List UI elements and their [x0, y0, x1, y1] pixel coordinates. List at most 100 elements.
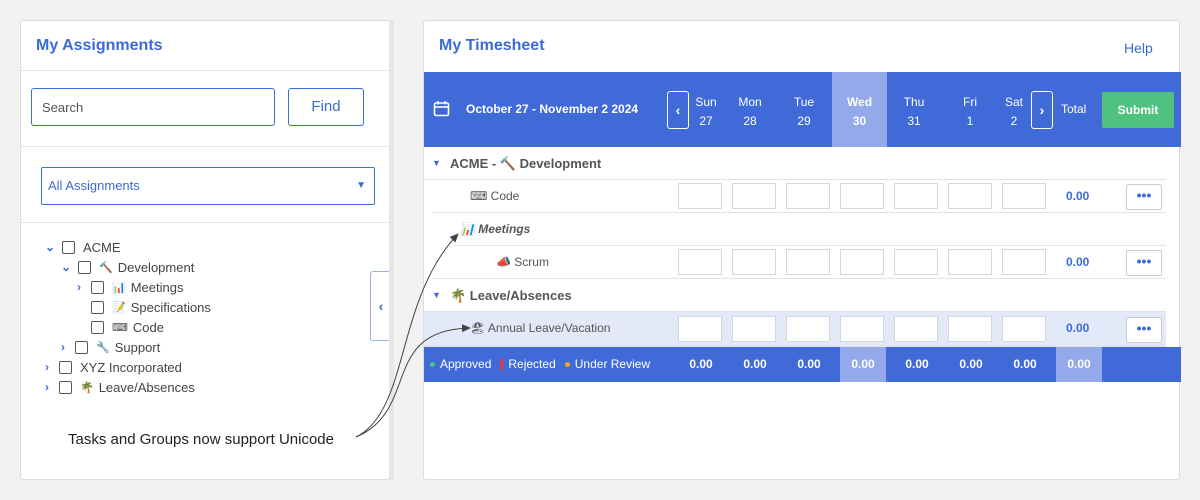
checkbox[interactable] [75, 340, 88, 354]
hours-input[interactable] [948, 183, 992, 209]
hours-input[interactable] [678, 183, 722, 209]
tree-label: Meetings [130, 279, 184, 295]
tree-item-support[interactable]: › 🔧 Support [55, 337, 160, 357]
group-label: ACME - 🔨 Development [450, 156, 602, 171]
day-header: Tue 29 [793, 95, 815, 128]
caret-down-icon[interactable]: ▼ [432, 147, 441, 180]
tree-item-acme[interactable]: ⌄ ACME [42, 237, 121, 257]
divider [21, 222, 389, 223]
hours-input[interactable] [678, 249, 722, 275]
task-row-meetings: 📊 Meetings [454, 213, 1166, 246]
find-button[interactable]: Find [288, 88, 364, 126]
review-dot-icon [564, 362, 570, 367]
checkbox[interactable] [78, 260, 91, 274]
collapse-panel-button[interactable]: ‹ [370, 271, 391, 341]
hours-input[interactable] [732, 316, 776, 342]
chart-icon: 📊 [112, 281, 126, 294]
status-legend: Approved Rejected Under Review [430, 347, 650, 382]
task-label: 🏖 Annual Leave/Vacation [470, 321, 611, 335]
group-row-leave[interactable]: ▼ 🌴 Leave/Absences [424, 279, 1166, 312]
row-total: 0.00 [1066, 255, 1090, 269]
group-label: 🌴 Leave/Absences [450, 288, 572, 303]
tree-label: ACME [83, 239, 121, 255]
filter-value: All Assignments [48, 178, 140, 193]
group-row-acme[interactable]: ▼ ACME - 🔨 Development [424, 147, 1166, 180]
day-total: 0.00 [1013, 357, 1037, 371]
calendar-icon[interactable] [433, 100, 450, 122]
checkbox[interactable] [91, 320, 104, 334]
day-total: 0.00 [959, 357, 983, 371]
chevron-down-icon[interactable]: ⌄ [58, 260, 74, 274]
hours-input[interactable] [786, 183, 830, 209]
more-button[interactable]: ••• [1126, 317, 1162, 343]
tree-item-leave[interactable]: › 🌴 Leave/Absences [39, 377, 195, 397]
next-week-button[interactable]: › [1031, 91, 1053, 129]
hours-input[interactable] [840, 183, 884, 209]
hours-input[interactable] [894, 249, 938, 275]
hours-input[interactable] [1002, 249, 1046, 275]
hours-input[interactable] [786, 249, 830, 275]
more-button[interactable]: ••• [1126, 250, 1162, 276]
hours-input[interactable] [678, 316, 722, 342]
checkbox[interactable] [91, 280, 104, 294]
submit-button[interactable]: Submit [1102, 92, 1174, 128]
hours-input[interactable] [948, 316, 992, 342]
hours-input[interactable] [732, 183, 776, 209]
hours-input[interactable] [1002, 183, 1046, 209]
caret-down-icon[interactable]: ▼ [432, 279, 441, 312]
tree-item-development[interactable]: ⌄ 🔨 Development [58, 257, 194, 277]
rejected-bar-icon [500, 359, 504, 370]
panel-splitter[interactable] [389, 20, 394, 480]
tree-item-meetings[interactable]: › 📊 Meetings [71, 277, 183, 297]
hours-input[interactable] [786, 316, 830, 342]
assignments-filter-select[interactable]: All Assignments ▼ [41, 167, 375, 205]
legend-approved: Approved [440, 357, 492, 371]
task-row-annual-leave: 🏖 Annual Leave/Vacation 0.00 ••• [424, 312, 1166, 347]
grand-total: 0.00 [1056, 347, 1102, 382]
total-header: Total [1061, 102, 1087, 116]
approved-dot-icon [430, 362, 435, 367]
tree-item-code[interactable]: ⌨ Code [87, 317, 164, 337]
day-total: 0.00 [797, 357, 821, 371]
hours-input[interactable] [894, 316, 938, 342]
divider [21, 70, 389, 71]
caret-down-icon: ▼ [356, 180, 366, 191]
hours-input[interactable] [732, 249, 776, 275]
checkbox[interactable] [62, 240, 75, 254]
hours-input[interactable] [840, 316, 884, 342]
day-total: 0.00 [689, 357, 713, 371]
checkbox[interactable] [59, 360, 72, 374]
week-header: October 27 - November 2 2024 ‹ Sun 27 Mon… [424, 72, 1181, 147]
search-input[interactable] [31, 88, 275, 126]
assignments-title: My Assignments [36, 37, 163, 54]
help-link[interactable]: Help [1124, 40, 1153, 56]
chevron-right-icon[interactable]: › [39, 360, 55, 374]
day-header: Mon 28 [738, 95, 762, 128]
task-label: 📊 Meetings [460, 222, 531, 236]
checkbox[interactable] [91, 300, 104, 314]
day-total-today: 0.00 [840, 347, 886, 382]
wrench-icon: 🔧 [96, 341, 110, 354]
hammer-icon: 🔨 [99, 261, 113, 274]
tree-item-specifications[interactable]: 📝 Specifications [87, 297, 211, 317]
tree-label: XYZ Incorporated [80, 359, 182, 375]
chevron-down-icon[interactable]: ⌄ [42, 240, 58, 254]
legend-rejected: Rejected [508, 357, 556, 371]
day-total: 0.00 [905, 357, 929, 371]
checkbox[interactable] [59, 380, 72, 394]
chevron-right-icon[interactable]: › [55, 340, 71, 354]
chevron-right-icon[interactable]: › [71, 280, 87, 294]
timesheet-panel: My Timesheet Help October 27 - November … [423, 20, 1181, 480]
hours-input[interactable] [894, 183, 938, 209]
task-label: 📣 Scrum [496, 255, 549, 269]
day-header-today: Wed 30 [832, 72, 887, 147]
hours-input[interactable] [840, 249, 884, 275]
tree-label: Leave/Absences [98, 379, 195, 395]
legend-review: Under Review [574, 357, 651, 371]
more-button[interactable]: ••• [1126, 184, 1162, 210]
keyboard-icon: ⌨ [112, 321, 128, 334]
tree-item-xyz[interactable]: › XYZ Incorporated [39, 357, 182, 377]
chevron-right-icon[interactable]: › [39, 380, 55, 394]
hours-input[interactable] [948, 249, 992, 275]
hours-input[interactable] [1002, 316, 1046, 342]
